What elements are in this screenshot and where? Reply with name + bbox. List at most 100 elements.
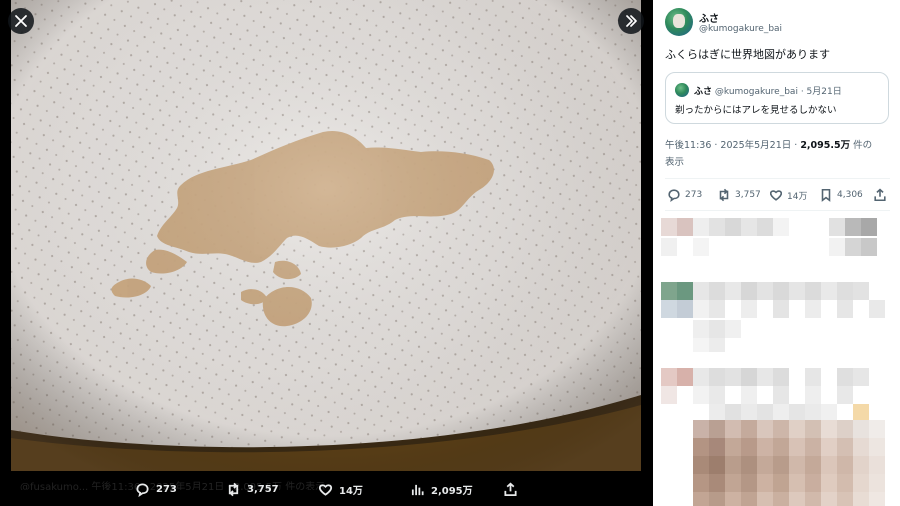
censored-pixel-block: [773, 368, 789, 386]
tweet-actions: 273 3,757 14万 4,306: [665, 188, 890, 206]
media-viewer: @fusakumo... 午後11:36 · 2025年5月21日 · 2,09…: [0, 0, 653, 506]
quote-avatar: [675, 83, 689, 97]
media-reply-button[interactable]: 273: [135, 482, 177, 497]
tweet-photo[interactable]: [11, 0, 641, 471]
censored-pixel-block: [757, 456, 773, 474]
censored-pixel-block: [805, 420, 821, 438]
censored-pixel-block: [853, 492, 869, 506]
censored-pixel-block: [773, 386, 789, 404]
author-display-name[interactable]: ふさ: [699, 10, 719, 25]
repost-button[interactable]: 3,757: [717, 188, 761, 202]
quote-date: · 5月21日: [800, 87, 842, 97]
media-views-button[interactable]: 2,095万: [410, 482, 473, 497]
censored-pixel-block: [821, 474, 837, 492]
censored-pixel-block: [837, 492, 853, 506]
censored-pixel-block: [677, 282, 693, 300]
quoted-tweet[interactable]: ふさ @kumogakure_bai · 5月21日 剃ったからにはアレを見せる…: [665, 72, 889, 124]
censored-pixel-block: [709, 420, 725, 438]
censored-pixel-block: [661, 282, 677, 300]
censored-pixel-block: [741, 386, 757, 404]
censored-pixel-block: [741, 456, 757, 474]
censored-pixel-block: [757, 438, 773, 456]
censored-pixel-block: [693, 282, 709, 300]
censored-pixel-block: [693, 238, 709, 256]
view-label-2: 表示: [665, 157, 685, 168]
author-handle[interactable]: @kumogakure_bai: [699, 24, 782, 34]
censored-pixel-block: [837, 438, 853, 456]
view-label: 件の: [850, 140, 873, 151]
expand-panel-button[interactable]: [618, 8, 644, 34]
censored-pixel-block: [677, 218, 693, 236]
censored-pixel-block: [693, 474, 709, 492]
censored-pixel-block: [869, 492, 885, 506]
censored-pixel-block: [789, 282, 805, 300]
censored-pixel-block: [837, 368, 853, 386]
censored-pixel-block: [693, 420, 709, 438]
censored-pixel-block: [853, 420, 869, 438]
censored-pixel-block: [693, 320, 709, 338]
censored-pixel-block: [789, 474, 805, 492]
reply-count: 273: [685, 190, 703, 200]
censored-pixel-block: [693, 438, 709, 456]
censored-pixel-block: [709, 300, 725, 318]
like-button[interactable]: 14万: [769, 188, 807, 202]
bookmark-button[interactable]: 4,306: [819, 188, 863, 202]
censored-pixel-block: [741, 420, 757, 438]
avatar[interactable]: [665, 8, 693, 36]
censored-pixel-block: [805, 368, 821, 386]
censored-pixel-block: [693, 386, 709, 404]
censored-pixel-block: [773, 282, 789, 300]
censored-pixel-block: [741, 368, 757, 386]
divider: [665, 178, 890, 179]
censored-pixel-block: [693, 456, 709, 474]
censored-pixel-block: [725, 420, 741, 438]
share-button[interactable]: [873, 188, 887, 202]
censored-pixel-block: [837, 300, 853, 318]
media-repost-button[interactable]: 3,757: [226, 482, 279, 497]
tweet-timestamp[interactable]: 午後11:36 · 2025年5月21日 ·: [665, 140, 800, 151]
censored-pixel-block: [829, 238, 845, 256]
media-share-button[interactable]: [503, 482, 518, 497]
repost-icon: [719, 188, 729, 202]
censored-pixel-block: [789, 420, 805, 438]
media-like-button[interactable]: 14万: [318, 482, 363, 497]
views-icon: [411, 484, 424, 496]
censored-pixel-block: [757, 218, 773, 236]
censored-pixel-block: [709, 338, 725, 352]
censored-pixel-block: [845, 218, 861, 236]
reply-icon: [668, 189, 680, 202]
censored-pixel-block: [741, 474, 757, 492]
censored-pixel-block: [677, 368, 693, 386]
quote-header: ふさ @kumogakure_bai · 5月21日: [694, 84, 842, 97]
censored-pixel-block: [853, 474, 869, 492]
media-viewer-page: @fusakumo... 午後11:36 · 2025年5月21日 · 2,09…: [0, 0, 900, 506]
expand-icon: [626, 15, 637, 27]
censored-pixel-block: [861, 238, 877, 256]
censored-pixel-block: [661, 368, 677, 386]
censored-pixel-block: [693, 492, 709, 506]
censored-pixel-block: [773, 474, 789, 492]
censored-pixel-block: [757, 404, 773, 420]
censored-pixel-block: [805, 404, 821, 420]
reply-icon: [136, 483, 149, 497]
close-button[interactable]: [8, 8, 34, 34]
like-count: 14万: [787, 191, 808, 202]
censored-pixel-block: [709, 492, 725, 506]
censored-pixel-block: [869, 474, 885, 492]
close-icon: [15, 15, 27, 27]
censored-pixel-block: [829, 218, 845, 236]
censored-pixel-block: [693, 338, 709, 352]
media-like-count: 14万: [339, 486, 363, 497]
censored-pixel-block: [661, 218, 677, 236]
repost-icon: [228, 482, 239, 497]
reply-button[interactable]: 273: [667, 188, 702, 202]
censored-pixel-block: [661, 238, 677, 256]
censored-pixel-block: [805, 300, 821, 318]
censored-pixel-block: [805, 474, 821, 492]
censored-pixel-block: [725, 368, 741, 386]
censored-pixel-block: [789, 456, 805, 474]
censored-pixel-block: [805, 438, 821, 456]
censored-pixel-block: [773, 438, 789, 456]
censored-pixel-block: [805, 386, 821, 404]
censored-pixel-block: [837, 420, 853, 438]
